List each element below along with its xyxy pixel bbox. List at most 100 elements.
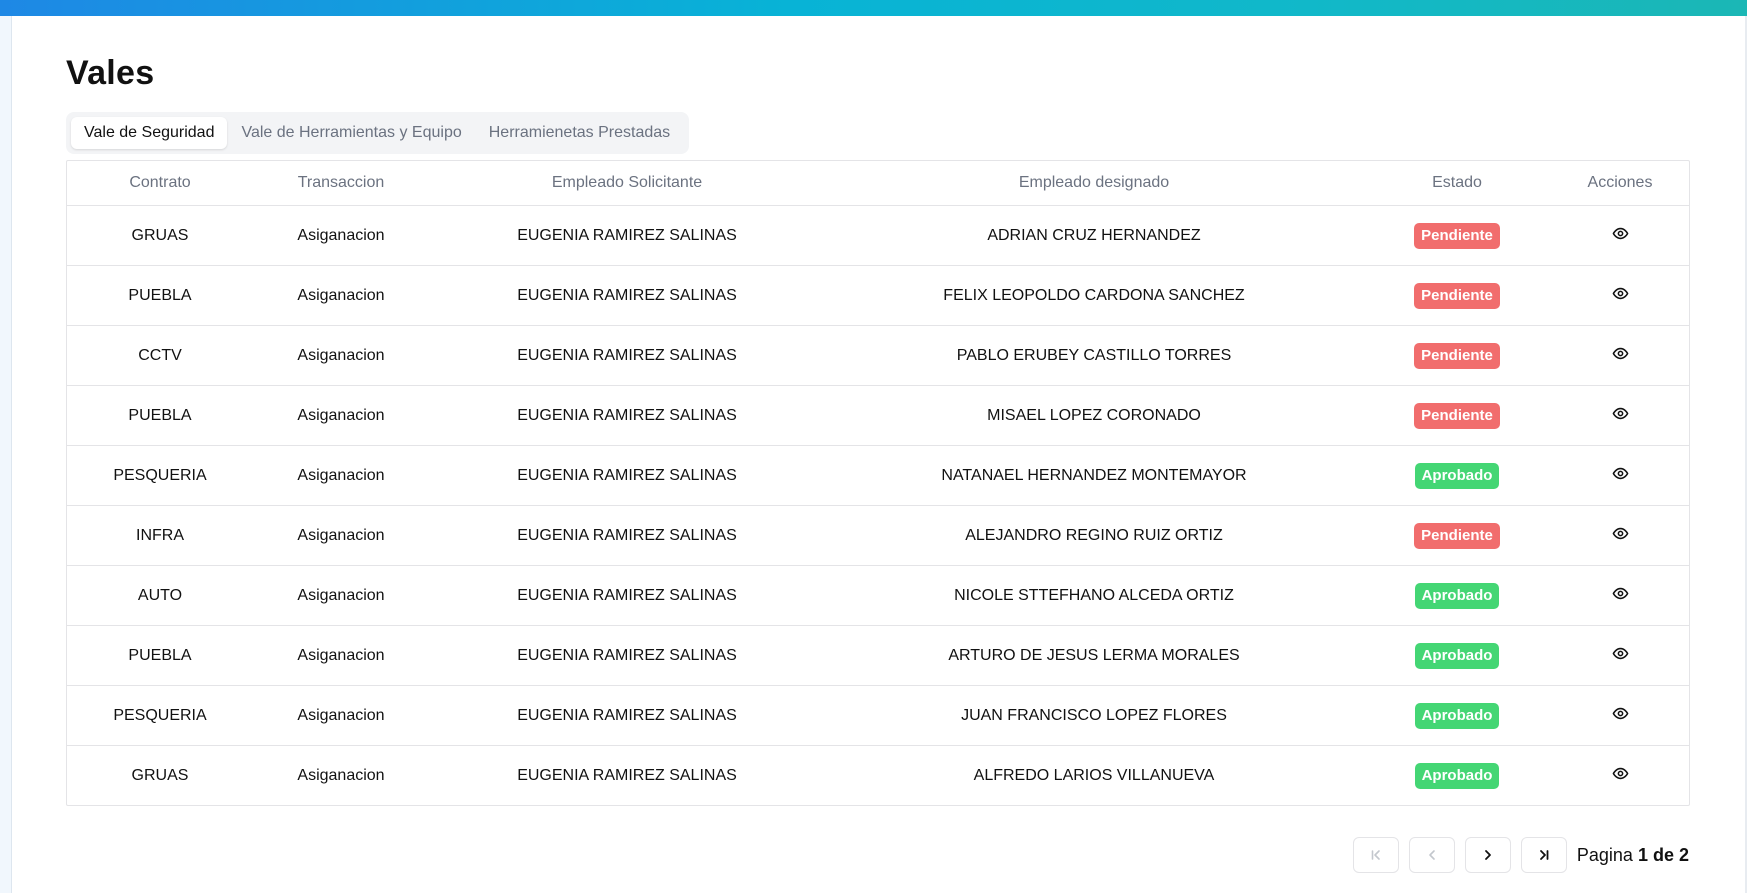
cell-empleado-solicitante: EUGENIA RAMIREZ SALINAS (429, 205, 825, 266)
table-row: PESQUERIA Asiganacion EUGENIA RAMIREZ SALI… (67, 445, 1689, 506)
page-title: Vales (66, 54, 155, 92)
cell-empleado-designado: ALEJANDRO REGINO RUIZ ORTIZ (825, 505, 1363, 566)
cell-transaccion: Asiganacion (253, 265, 429, 326)
status-badge: Aprobado (1414, 642, 1500, 669)
page-label: Pagina (1576, 844, 1633, 865)
cell-contrato: GRUAS (131, 766, 189, 784)
cell-empleado-designado: ADRIAN CRUZ HERNANDEZ (825, 205, 1363, 266)
top-accent-bar (0, 0, 1747, 16)
cell-empleado-solicitante: EUGENIA RAMIREZ SALINAS (429, 385, 825, 446)
last-page-icon (1539, 850, 1549, 860)
cell-empleado-designado: NATANAEL HERNANDEZ MONTEMAYOR (825, 445, 1363, 506)
eye-icon (1612, 527, 1628, 539)
view-button[interactable] (1612, 405, 1629, 422)
cell-estado: Pendiente (1363, 325, 1551, 386)
first-page-button[interactable] (1352, 837, 1399, 873)
column-header-acciones: Acciones (1551, 161, 1689, 206)
page-count: 1 de 2 (1637, 844, 1689, 865)
column-header-contrato: Contrato (67, 161, 253, 206)
table-row: GRUAS Asiganacion EUGENIA RAMIREZ SALINAS A… (67, 746, 1689, 806)
first-page-icon (1371, 850, 1380, 860)
cell-acciones (1551, 205, 1689, 266)
page-indicator: Pagina 1 de 2 (1577, 845, 1689, 866)
cell-contrato: PUEBLA (67, 265, 253, 326)
cell-acciones (1551, 625, 1689, 686)
cell-transaccion: Asiganacion (253, 505, 429, 566)
eye-icon (1612, 467, 1628, 479)
prev-page-icon (1429, 850, 1435, 860)
cell-empleado-solicitante: EUGENIA RAMIREZ SALINAS (429, 265, 825, 326)
column-header-transaccion: Transaccion (253, 161, 429, 206)
cell-transaccion: Asiganacion (253, 625, 429, 686)
eye-icon (1612, 287, 1628, 299)
cell-acciones (1551, 445, 1689, 506)
table-row: PUEBLA Asiganacion EUGENIA RAMIREZ SALINAS… (67, 385, 1689, 446)
prev-page-button[interactable] (1408, 837, 1455, 873)
status-badge: Pendiente (1414, 342, 1500, 369)
status-badge: Pendiente (1414, 282, 1500, 309)
last-page-button[interactable] (1520, 837, 1567, 873)
view-button[interactable] (1612, 585, 1629, 602)
cell-acciones (1551, 385, 1689, 446)
cell-acciones (1551, 505, 1689, 566)
status-badge: Aprobado (1414, 582, 1500, 609)
table-row: AUTO Asiganacion EUGENIA RAMIREZ SALINAS NI… (67, 565, 1689, 626)
tab-vale-de-herramientas[interactable]: Vale de Herramientas y Equipo (228, 117, 474, 149)
column-header-estado: Estado (1363, 161, 1551, 206)
status-badge: Pendiente (1414, 222, 1500, 249)
table-row: INFRA Asiganacion EUGENIA RAMIREZ SALINAS A… (67, 505, 1689, 566)
cell-empleado-solicitante: EUGENIA RAMIREZ SALINAS (429, 685, 825, 746)
eye-icon (1612, 647, 1628, 659)
view-button[interactable] (1612, 345, 1629, 362)
eye-icon (1612, 407, 1628, 419)
cell-estado: Aprobado (1363, 746, 1551, 806)
view-button[interactable] (1612, 225, 1629, 242)
table-row: CCTV Asiganacion EUGENIA RAMIREZ SALINAS PA… (67, 325, 1689, 386)
view-button[interactable] (1612, 765, 1629, 782)
table-row: PUEBLA Asiganacion EUGENIA RAMIREZ SALINAS… (67, 625, 1689, 686)
cell-estado: Pendiente (1363, 265, 1551, 326)
table-row: GRUAS Asiganacion EUGENIA RAMIREZ SALINAS A… (67, 205, 1689, 266)
next-page-button[interactable] (1464, 837, 1511, 873)
cell-transaccion: Asiganacion (253, 565, 429, 626)
view-button[interactable] (1612, 465, 1629, 482)
table-header-row: Contrato Transaccion Empleado Solicitant… (67, 161, 1689, 206)
cell-empleado-solicitante: EUGENIA RAMIREZ SALINAS (429, 325, 825, 386)
view-button[interactable] (1612, 705, 1629, 722)
tab-herramientas-prestadas[interactable]: Herramienetas Prestadas (476, 117, 683, 149)
view-button[interactable] (1612, 525, 1629, 542)
cell-contrato: CCTV (67, 325, 253, 386)
column-header-empleado-solicitante: Empleado Solicitante (429, 161, 825, 206)
cell-contrato: PUEBLA (67, 625, 253, 686)
cell-transaccion: Asiganacion (253, 685, 429, 746)
cell-acciones (1551, 685, 1689, 746)
cell-estado: Pendiente (1363, 205, 1551, 266)
cell-transaccion: Asiganacion (253, 325, 429, 386)
pagination: Pagina 1 de 2 (1343, 837, 1689, 873)
cell-contrato: PESQUERIA (67, 685, 253, 746)
cell-acciones (1551, 325, 1689, 386)
cell-estado: Pendiente (1363, 505, 1551, 566)
cell-transaccion: Asiganacion (253, 445, 429, 506)
sidebar-edge (0, 16, 12, 893)
cell-transaccion: Asiganacion (253, 205, 429, 266)
cell-estado: Aprobado (1363, 565, 1551, 626)
view-button[interactable] (1612, 285, 1629, 302)
eye-icon (1612, 347, 1628, 359)
tab-vale-de-seguridad[interactable]: Vale de Seguridad (71, 117, 228, 149)
cell-acciones (1551, 565, 1689, 626)
cell-empleado-designado: FELIX LEOPOLDO CARDONA SANCHEZ (825, 265, 1363, 326)
cell-empleado-designado: ARTURO DE JESUS LERMA MORALES (825, 625, 1363, 686)
cell-empleado-designado: MISAEL LOPEZ CORONADO (825, 385, 1363, 446)
cell-transaccion: Asiganacion (253, 385, 429, 446)
cell-contrato: AUTO (67, 565, 253, 626)
status-badge: Aprobado (1414, 762, 1500, 789)
view-button[interactable] (1612, 645, 1629, 662)
table-row: PUEBLA Asiganacion EUGENIA RAMIREZ SALINAS… (67, 265, 1689, 326)
cell-empleado-solicitante: EUGENIA RAMIREZ SALINAS (429, 625, 825, 686)
column-header-empleado-designado: Empleado designado (825, 161, 1363, 206)
cell-empleado-designado: ALFREDO LARIOS VILLANUEVA (973, 766, 1215, 784)
cell-empleado-designado: PABLO ERUBEY CASTILLO TORRES (825, 325, 1363, 386)
cell-empleado-solicitante: EUGENIA RAMIREZ SALINAS (429, 505, 825, 566)
status-badge: Aprobado (1414, 702, 1500, 729)
